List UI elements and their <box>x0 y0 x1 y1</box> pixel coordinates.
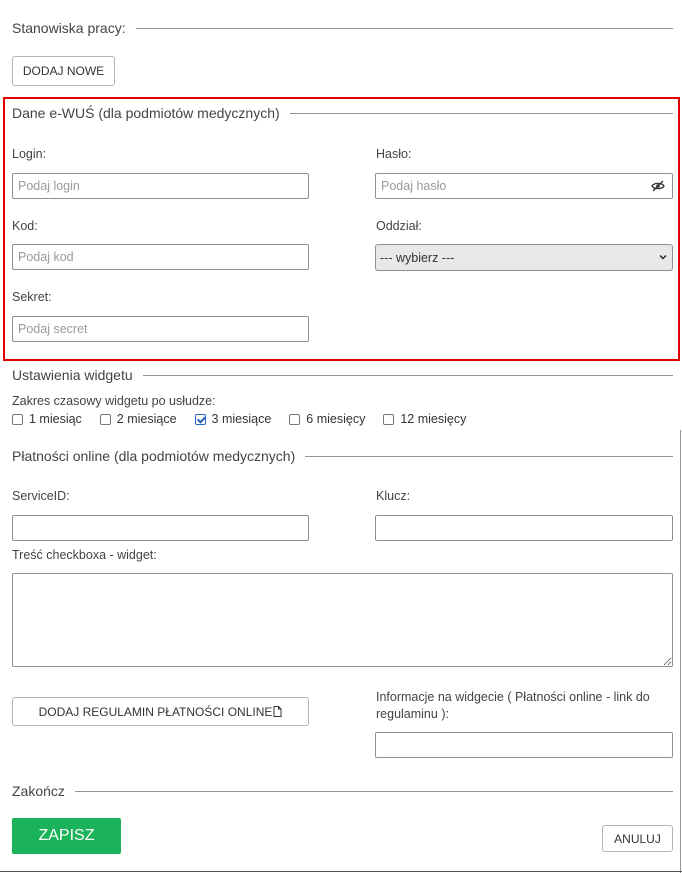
branch-select[interactable]: --- wybierz --- <box>375 244 673 271</box>
bottom-border <box>0 871 682 872</box>
chevron-down-icon <box>658 251 668 265</box>
section-widget-header: Ustawienia widgetu <box>12 367 673 383</box>
range-option-2-months[interactable]: 2 miesiące <box>99 412 177 426</box>
cancel-button[interactable]: ANULUJ <box>602 825 673 852</box>
section-workstations-header: Stanowiska pracy: <box>12 20 673 36</box>
widget-info-label: Informacje na widgecie ( Płatności onlin… <box>376 690 650 721</box>
section-payments-header: Płatności online (dla podmiotów medyczny… <box>12 448 673 464</box>
section-finish-title: Zakończ <box>12 783 65 799</box>
password-label: Hasło: <box>376 147 412 161</box>
add-payment-terms-button[interactable]: DODAJ REGULAMIN PŁATNOŚCI ONLINE <box>12 697 309 726</box>
section-widget-title: Ustawienia widgetu <box>12 367 133 383</box>
section-divider <box>305 455 673 457</box>
service-id-field[interactable] <box>12 515 309 541</box>
add-payment-terms-label: DODAJ REGULAMIN PŁATNOŚCI ONLINE <box>38 704 273 719</box>
key-field[interactable] <box>375 515 673 541</box>
section-ewus-header: Dane e-WUŚ (dla podmiotów medycznych) <box>12 105 673 121</box>
checkbox-text-label: Treść checkboxa - widget: <box>12 548 157 562</box>
widget-range-options: 1 miesiąc 2 miesiące 3 miesiące 6 miesię… <box>12 412 484 426</box>
checkbox[interactable] <box>383 413 395 425</box>
checkbox-text-textarea[interactable] <box>12 573 673 667</box>
checkbox[interactable] <box>289 413 301 425</box>
save-button[interactable]: ZAPISZ <box>12 818 121 854</box>
branch-select-value: --- wybierz --- <box>380 250 455 265</box>
range-option-3-months[interactable]: 3 miesiące <box>194 412 272 426</box>
file-icon <box>273 706 282 717</box>
section-ewus-title: Dane e-WUŚ (dla podmiotów medycznych) <box>12 105 280 121</box>
code-field[interactable] <box>12 244 309 270</box>
range-option-label: 6 miesięcy <box>306 412 366 426</box>
section-divider <box>135 27 673 29</box>
login-label: Login: <box>12 147 47 161</box>
section-workstations-title: Stanowiska pracy: <box>12 20 126 36</box>
range-option-label: 12 miesięcy <box>400 412 467 426</box>
range-option-label: 2 miesiące <box>116 412 177 426</box>
checkbox-checked[interactable] <box>194 413 206 425</box>
section-divider <box>74 790 673 792</box>
widget-range-label: Zakres czasowy widgetu po usłudze: <box>12 394 216 408</box>
add-new-workstation-label: DODAJ NOWE <box>22 64 105 78</box>
widget-info-field[interactable] <box>375 732 673 758</box>
checkbox[interactable] <box>12 413 23 425</box>
secret-field[interactable] <box>12 316 309 342</box>
section-finish-header: Zakończ <box>12 783 673 799</box>
secret-label: Sekret: <box>12 290 52 304</box>
scrollbar-track[interactable] <box>680 430 681 873</box>
section-payments-title: Płatności online (dla podmiotów medyczny… <box>12 448 296 464</box>
range-option-1-month[interactable]: 1 miesiąc <box>12 412 82 426</box>
branch-label: Oddział: <box>376 219 422 233</box>
range-option-12-months[interactable]: 12 miesięcy <box>383 412 466 426</box>
toggle-password-visibility-icon[interactable] <box>651 179 665 193</box>
section-divider <box>142 374 673 376</box>
checkbox[interactable] <box>99 413 111 425</box>
save-button-label: ZAPISZ <box>38 827 95 844</box>
cancel-button-label: ANULUJ <box>614 831 661 846</box>
section-divider <box>289 112 673 114</box>
service-id-label: ServiceID: <box>12 489 70 503</box>
password-field[interactable] <box>375 173 673 199</box>
add-new-workstation-button[interactable]: DODAJ NOWE <box>12 56 115 86</box>
range-option-label: 3 miesiące <box>211 412 272 426</box>
login-field[interactable] <box>12 173 309 199</box>
key-label: Klucz: <box>376 489 411 503</box>
range-option-label: 1 miesiąc <box>29 412 82 426</box>
code-label: Kod: <box>12 219 38 233</box>
range-option-6-months[interactable]: 6 miesięcy <box>289 412 365 426</box>
